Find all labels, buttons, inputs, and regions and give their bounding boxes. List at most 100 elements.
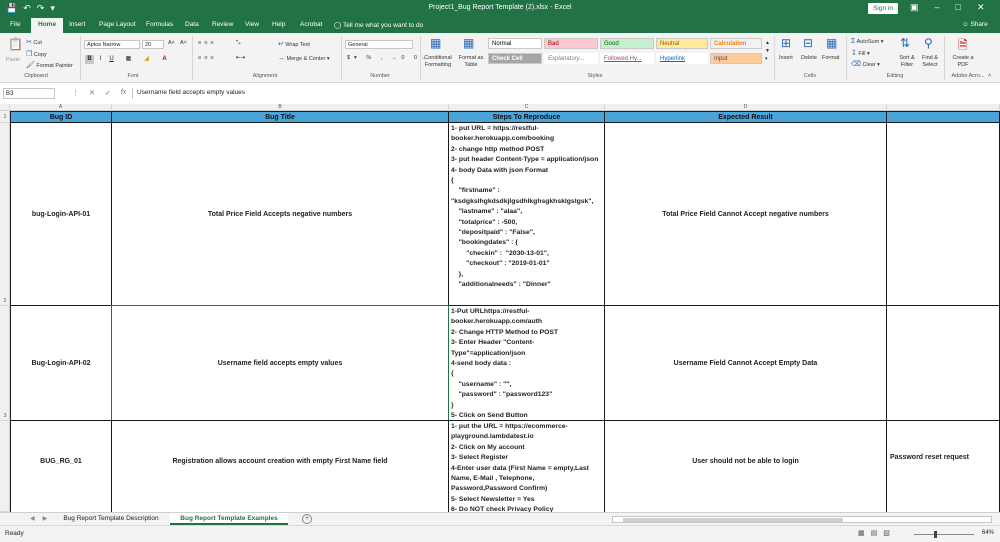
orientation-icon[interactable]: ⤡ xyxy=(236,40,240,47)
cell-bug-title[interactable]: Total Price Field Accepts negative numbe… xyxy=(111,122,449,306)
decrease-font-icon[interactable]: A˅ xyxy=(180,40,187,46)
paste-button-label[interactable]: Paste xyxy=(6,57,20,63)
style-good[interactable]: Good xyxy=(600,38,654,49)
style-followed-hyperlink[interactable]: Followed Hy... xyxy=(600,53,654,64)
cell-extra[interactable]: Password reset request xyxy=(886,420,1000,512)
column-header-a[interactable]: A xyxy=(10,104,112,111)
cell-expected[interactable]: Username Field Cannot Accept Empty Data xyxy=(604,305,887,421)
copy-button[interactable]: ❐ Copy xyxy=(26,50,47,58)
zoom-slider[interactable] xyxy=(914,534,974,535)
borders-icon[interactable]: ▦ xyxy=(124,55,133,64)
indent-icons[interactable]: ⇤⇥ xyxy=(236,55,245,61)
format-cells-icon[interactable]: ▦ xyxy=(826,36,837,50)
cell-bug-id[interactable]: BUG_RG_01 xyxy=(10,420,112,512)
font-name-select[interactable]: Aptos Narrow xyxy=(84,40,140,49)
cell-bug-id[interactable]: Bug-Login-API-02 xyxy=(10,305,112,421)
sheet-tab-examples[interactable]: Bug Report Template Examples xyxy=(170,513,288,525)
cell-expected[interactable]: User should not be able to login xyxy=(604,420,887,512)
column-header-e[interactable] xyxy=(887,104,1000,111)
number-format-select[interactable]: General xyxy=(345,40,413,49)
zoom-slider-thumb[interactable] xyxy=(934,531,937,538)
insert-function-icon[interactable]: fx xyxy=(121,89,126,97)
merge-center-button[interactable]: ↔ Merge & Center ▾ xyxy=(278,55,330,62)
sort-filter-button[interactable]: Sort & Filter xyxy=(896,55,918,69)
number-format-icons[interactable]: $▾ % , ←0 0→ xyxy=(347,55,430,61)
style-calculation[interactable]: Calculation xyxy=(710,38,762,49)
maximize-icon[interactable]: □ xyxy=(956,2,961,13)
horizontal-align-icons[interactable]: ≡≡≡ xyxy=(198,55,217,61)
bold-icon[interactable]: B xyxy=(85,55,94,64)
enter-icon[interactable]: ✓ xyxy=(105,89,111,97)
style-input[interactable]: Input xyxy=(710,53,762,64)
tab-data[interactable]: Data xyxy=(185,21,199,28)
autosum-button[interactable]: Σ AutoSum ▾ xyxy=(851,38,883,45)
italic-icon[interactable]: I xyxy=(96,55,105,64)
create-pdf-icon[interactable]: 🗎 xyxy=(958,36,968,57)
style-hyperlink[interactable]: Hyperlink xyxy=(656,53,708,64)
page-break-view-icon[interactable]: ▧ xyxy=(883,529,890,537)
scrollbar-thumb[interactable] xyxy=(623,518,843,522)
column-header-c[interactable]: C xyxy=(449,104,605,111)
font-color-icon[interactable]: A xyxy=(160,55,169,64)
sign-in-button[interactable]: Sign in xyxy=(868,3,898,14)
more-icon[interactable]: ⋮ xyxy=(72,89,79,97)
find-select-icon[interactable]: ⚲ xyxy=(924,36,933,50)
row-header-4[interactable] xyxy=(0,421,10,512)
row-header-1[interactable]: 1 xyxy=(0,111,10,123)
vertical-align-icons[interactable]: ≡≡≡ xyxy=(198,40,217,46)
delete-cells-button[interactable]: Delete xyxy=(801,55,817,61)
format-painter-button[interactable]: 🖌 Format Painter xyxy=(26,61,73,69)
font-size-select[interactable]: 20 xyxy=(142,40,164,49)
style-bad[interactable]: Bad xyxy=(544,38,598,49)
conditional-formatting-button[interactable]: Conditional Formatting xyxy=(420,55,456,69)
style-neutral[interactable]: Neutral xyxy=(656,38,708,49)
insert-cells-icon[interactable]: ⊞ xyxy=(781,36,791,50)
tab-acrobat[interactable]: Acrobat xyxy=(300,21,322,28)
tab-formulas[interactable]: Formulas xyxy=(146,21,173,28)
format-as-table-button[interactable]: Format as Table xyxy=(456,55,486,69)
zoom-level[interactable]: 64% xyxy=(982,530,994,536)
tell-me-search[interactable]: ◯ Tell me what you want to do xyxy=(334,21,423,29)
page-layout-view-icon[interactable]: ▤ xyxy=(871,529,878,537)
cell-bug-id[interactable]: bug-Login-API-01 xyxy=(10,122,112,306)
cell-steps[interactable]: 1- put URL = https://restful-booker.hero… xyxy=(448,122,605,306)
insert-cells-button[interactable]: Insert xyxy=(779,55,793,61)
tab-review[interactable]: Review xyxy=(212,21,233,28)
style-check-cell[interactable]: Check Cell xyxy=(488,53,542,64)
collapse-ribbon-icon[interactable]: ˄ xyxy=(988,73,991,79)
horizontal-scrollbar[interactable] xyxy=(612,516,992,523)
column-header-d[interactable]: D xyxy=(605,104,887,111)
cell-bug-title[interactable]: Registration allows account creation wit… xyxy=(111,420,449,512)
underline-icon[interactable]: U xyxy=(107,55,116,64)
tab-help[interactable]: Help xyxy=(272,21,285,28)
name-box[interactable]: B3 xyxy=(3,88,55,99)
cell-extra[interactable] xyxy=(886,305,1000,421)
formula-input[interactable]: Username field accepts empty values xyxy=(132,88,990,99)
sheet-tab-description[interactable]: Bug Report Template Description xyxy=(55,513,167,525)
cell-expected[interactable]: Total Price Field Cannot Accept negative… xyxy=(604,122,887,306)
next-sheet-icon[interactable]: ▶ xyxy=(43,515,48,522)
sort-filter-icon[interactable]: ⇅ xyxy=(900,36,910,50)
paste-icon[interactable]: 📋 xyxy=(8,37,23,51)
prev-sheet-icon[interactable]: ◀ xyxy=(30,515,35,522)
style-normal[interactable]: Normal xyxy=(488,38,542,49)
tab-file[interactable]: File xyxy=(10,21,20,28)
share-button[interactable]: ☺ Share xyxy=(962,21,988,28)
row-header-3[interactable]: 3 xyxy=(0,306,10,421)
column-header-b[interactable]: B xyxy=(112,104,449,111)
select-all-corner[interactable] xyxy=(0,104,10,111)
increase-font-icon[interactable]: A˄ xyxy=(168,40,175,46)
clear-button[interactable]: ⌫ Clear ▾ xyxy=(851,60,880,68)
styles-gallery-scroll-icon[interactable]: ▲ ▼ ▾ xyxy=(765,39,770,63)
cell-extra[interactable] xyxy=(886,122,1000,306)
tab-insert[interactable]: Insert xyxy=(69,21,85,28)
minimize-icon[interactable]: – xyxy=(935,2,940,13)
row-header-2[interactable]: 2 xyxy=(0,123,10,306)
cell-steps[interactable]: 1-Put URLhttps://restful-booker.herokuap… xyxy=(448,305,605,421)
find-select-button[interactable]: Find & Select xyxy=(919,55,941,69)
format-as-table-icon[interactable]: ▦ xyxy=(463,36,474,50)
delete-cells-icon[interactable]: ⊟ xyxy=(803,36,813,50)
style-explanatory[interactable]: Explanatory... xyxy=(544,53,598,64)
add-sheet-icon[interactable]: + xyxy=(302,514,312,524)
format-cells-button[interactable]: Format xyxy=(822,55,839,61)
